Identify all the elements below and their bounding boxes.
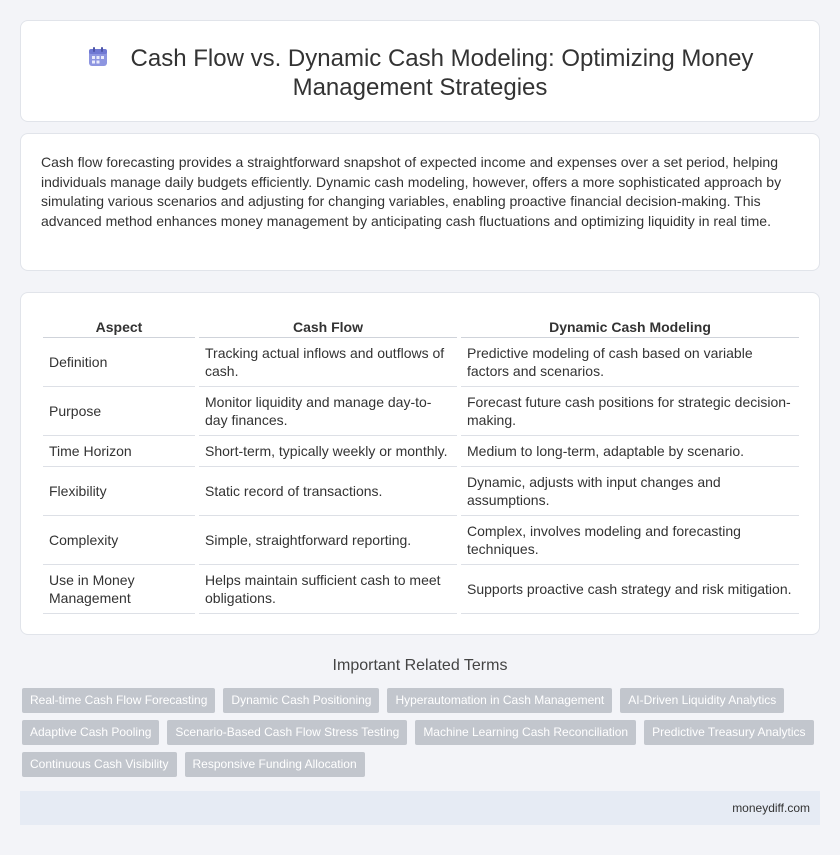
comparison-card: Aspect Cash Flow Dynamic Cash Modeling D… [20,292,820,635]
dynamic-cell: Dynamic, adjusts with input changes and … [459,466,799,516]
related-term-tag[interactable]: Hyperautomation in Cash Management [387,688,613,713]
calendar-icon [87,46,109,68]
intro-card: Cash flow forecasting provides a straigh… [20,133,820,271]
cash-flow-cell: Helps maintain sufficient cash to meet o… [197,564,461,614]
related-term-tag[interactable]: Dynamic Cash Positioning [223,688,380,713]
intro-text: Cash flow forecasting provides a straigh… [41,154,782,229]
related-term-tag[interactable]: Real-time Cash Flow Forecasting [22,688,216,713]
title-card: Cash Flow vs. Dynamic Cash Modeling: Opt… [20,20,820,122]
dynamic-cell: Forecast future cash positions for strat… [459,386,799,436]
footer: moneydiff.com [20,791,820,825]
dynamic-cell: Complex, involves modeling and forecasti… [459,515,799,565]
cash-flow-cell: Simple, straightforward reporting. [197,515,461,565]
related-term-tag[interactable]: Machine Learning Cash Reconciliation [415,720,637,745]
dynamic-cell: Medium to long-term, adaptable by scenar… [459,435,799,467]
header-dynamic-cash-modeling: Dynamic Cash Modeling [459,315,799,338]
table-row: Complexity Simple, straightforward repor… [43,515,799,565]
table-row: Flexibility Static record of transaction… [43,466,799,516]
comparison-table: Aspect Cash Flow Dynamic Cash Modeling D… [43,315,799,614]
related-term-tag[interactable]: Adaptive Cash Pooling [22,720,160,745]
aspect-cell: Time Horizon [43,435,199,467]
related-term-tag[interactable]: Predictive Treasury Analytics [644,720,814,745]
aspect-cell: Use in Money Management [43,564,199,614]
cash-flow-cell: Tracking actual inflows and outflows of … [197,337,461,387]
footer-site-link[interactable]: moneydiff.com [732,801,810,815]
cash-flow-cell: Short-term, typically weekly or monthly. [197,435,461,467]
related-term-tag[interactable]: Responsive Funding Allocation [184,752,365,777]
table-header-row: Aspect Cash Flow Dynamic Cash Modeling [43,315,799,338]
dynamic-cell: Supports proactive cash strategy and ris… [459,564,799,614]
aspect-cell: Definition [43,337,199,387]
table-row: Use in Money Management Helps maintain s… [43,564,799,614]
header-cash-flow: Cash Flow [197,315,461,338]
dynamic-cell: Predictive modeling of cash based on var… [459,337,799,387]
aspect-cell: Complexity [43,515,199,565]
related-term-tag[interactable]: Scenario-Based Cash Flow Stress Testing [167,720,408,745]
related-terms-heading: Important Related Terms [332,657,508,674]
header-aspect: Aspect [43,315,199,338]
aspect-cell: Purpose [43,386,199,436]
cash-flow-cell: Static record of transactions. [197,466,461,516]
related-terms-list: Real-time Cash Flow Forecasting Dynamic … [22,688,822,784]
table-row: Time Horizon Short-term, typically weekl… [43,435,799,467]
related-term-tag[interactable]: Continuous Cash Visibility [22,752,177,777]
aspect-cell: Flexibility [43,466,199,516]
table-row: Purpose Monitor liquidity and manage day… [43,386,799,436]
cash-flow-cell: Monitor liquidity and manage day-to-day … [197,386,461,436]
table-row: Definition Tracking actual inflows and o… [43,337,799,387]
related-term-tag[interactable]: AI-Driven Liquidity Analytics [620,688,785,713]
page-title: Cash Flow vs. Dynamic Cash Modeling: Opt… [130,45,754,101]
